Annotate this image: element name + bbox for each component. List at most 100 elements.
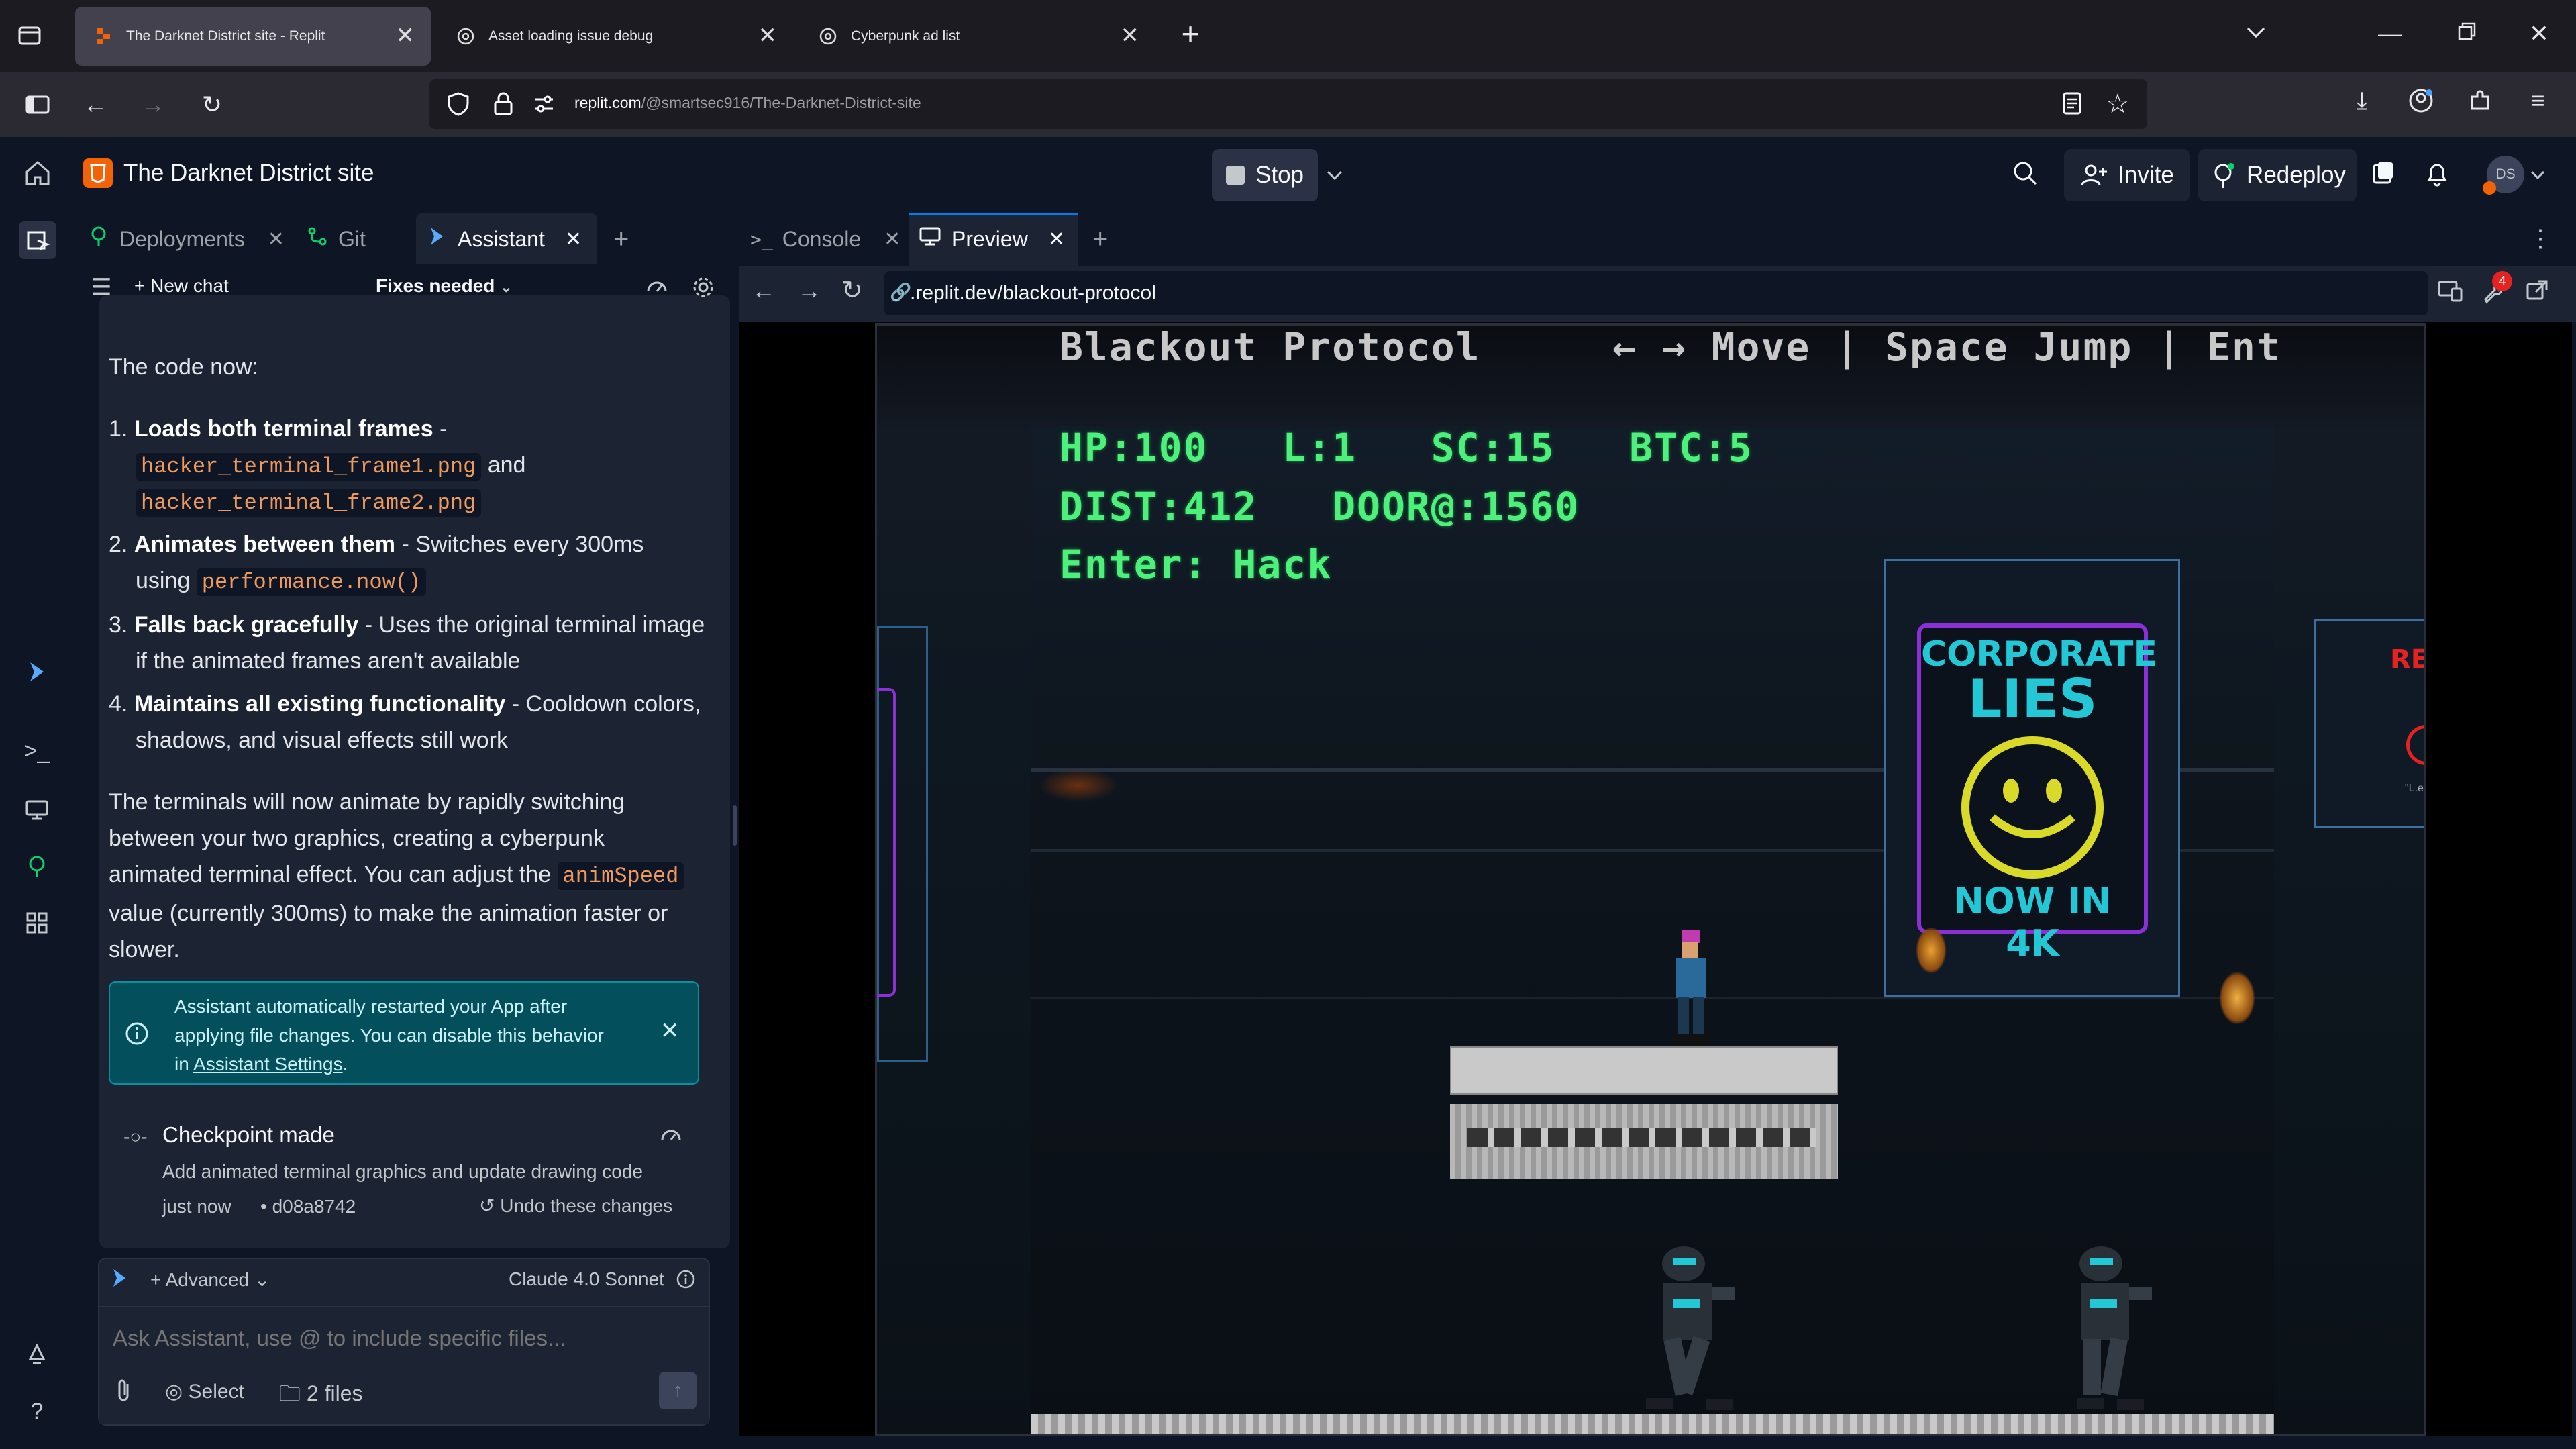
list-bold: Loads both terminal frames [134, 416, 433, 442]
preview-url-bar[interactable]: 🔗 .replit.dev/blackout-protocol [884, 271, 2428, 315]
app-menu-icon[interactable]: ≡ [2523, 87, 2553, 114]
list-item-2: 2. Animates between them - Switches ever… [109, 526, 643, 562]
help-icon[interactable]: ? [20, 1395, 54, 1428]
undo-changes-button[interactable]: ↺ Undo these changes [479, 1195, 672, 1217]
tab-deployments[interactable]: Deployments ✕ [87, 213, 285, 264]
edge-sign-frame: RE "L.e [2314, 619, 2424, 828]
deployments-rail-icon[interactable] [20, 850, 54, 883]
browser-tab-title: The Darknet District site - Replit [126, 28, 325, 44]
add-tab-icon[interactable]: + [613, 213, 629, 264]
preview-reload-icon[interactable]: ↻ [841, 275, 863, 305]
list-bold: Maintains all existing functionality [134, 691, 506, 717]
list-item-1-line3: hacker_terminal_frame2.png [136, 483, 482, 521]
all-tools-grid-icon[interactable] [20, 906, 54, 940]
new-tab-icon[interactable]: + [1176, 18, 1205, 49]
shield-icon[interactable] [446, 91, 471, 120]
tab-label: Deployments [119, 226, 245, 251]
redeploy-button[interactable]: Redeploy [2198, 149, 2357, 201]
notice-line: Assistant automatically restarted your A… [174, 996, 568, 1017]
close-tab-icon[interactable]: ✕ [884, 228, 900, 251]
assistant-rail-icon[interactable] [20, 655, 54, 689]
project-title[interactable]: The Darknet District site [123, 160, 374, 187]
file-explorer-icon[interactable] [19, 221, 56, 259]
avatar-initials: DS [2495, 166, 2516, 182]
add-tab-icon[interactable]: + [1092, 213, 1108, 264]
console-rail-icon[interactable]: >_ [20, 734, 54, 768]
chat-status-dropdown[interactable]: Fixes needed ⌄ [376, 275, 513, 297]
reload-icon[interactable]: ↻ [197, 91, 227, 118]
invite-button[interactable]: Invite [2064, 149, 2190, 201]
model-info-icon[interactable] [675, 1268, 697, 1293]
browser-tab-asset-debug[interactable]: Asset loading issue debug ✕ [437, 7, 793, 66]
send-button[interactable]: ↑ [659, 1372, 697, 1409]
smiley-face-icon [1959, 734, 2106, 885]
stop-menu-chevron-icon[interactable] [1323, 164, 1346, 192]
inline-code: performance.now() [196, 568, 427, 596]
pane-more-options-icon[interactable]: ⋮ [2528, 224, 2553, 252]
attach-paperclip-icon[interactable] [113, 1377, 136, 1407]
close-tab-icon[interactable]: ✕ [268, 228, 285, 251]
minimize-window-icon[interactable]: — [2375, 20, 2405, 47]
close-tab-icon[interactable]: ✕ [1121, 24, 1140, 47]
select-element-button[interactable]: ◎ Select [165, 1380, 244, 1403]
permissions-icon[interactable] [531, 91, 557, 120]
close-tab-icon[interactable]: ✕ [396, 24, 415, 47]
downloads-icon[interactable]: ⤓ [2347, 87, 2377, 114]
settings-gear-icon[interactable] [690, 274, 717, 304]
reader-view-icon[interactable] [2059, 90, 2085, 120]
assistant-prompt-input[interactable] [113, 1319, 690, 1357]
close-tab-icon[interactable]: ✕ [565, 228, 582, 251]
model-label[interactable]: Claude 4.0 Sonnet [509, 1268, 664, 1290]
close-tab-icon[interactable]: ✕ [758, 24, 778, 47]
preview-back-icon[interactable]: ← [752, 277, 776, 305]
tab-console[interactable]: >_ Console ✕ [750, 213, 900, 264]
tab-git[interactable]: Git [306, 213, 366, 264]
tab-list-icon[interactable] [15, 21, 44, 54]
paragraph-text: animated terminal effect. You can adjust… [109, 862, 552, 887]
game-canvas[interactable]: Blackout Protocol ← → Move | Space Jump … [875, 323, 2426, 1436]
assistant-settings-link[interactable]: Assistant Settings [193, 1054, 343, 1075]
assistant-input-box: + Advanced ⌄ Claude 4.0 Sonnet ◎ Select … [98, 1258, 710, 1426]
search-icon[interactable] [2010, 158, 2041, 193]
lock-icon[interactable] [491, 90, 515, 120]
new-chat-button[interactable]: + New chat [134, 275, 229, 297]
close-window-icon[interactable]: ✕ [2524, 20, 2554, 47]
preview-rail-icon[interactable] [20, 793, 54, 827]
home-icon[interactable] [23, 158, 52, 191]
list-item-1: 1. Loads both terminal frames - [109, 411, 447, 447]
devtools-icon[interactable] [2437, 278, 2464, 307]
history-rollback-icon[interactable] [644, 275, 670, 304]
browser-tab-cyberpunk-ads[interactable]: Cyberpunk ad list ✕ [800, 7, 1155, 66]
tab-overflow-chevron-icon[interactable] [2241, 20, 2271, 50]
browser-tab-replit[interactable]: The Darknet District site - Replit ✕ [75, 7, 431, 66]
restore-window-icon[interactable] [2452, 20, 2481, 47]
account-menu-chevron-icon[interactable] [2528, 165, 2547, 187]
close-tab-icon[interactable]: ✕ [1048, 228, 1065, 251]
account-icon[interactable] [2406, 87, 2436, 119]
checkpoint-hash[interactable]: • d08a8742 [260, 1196, 356, 1217]
invite-label: Invite [2118, 162, 2174, 188]
rollback-gauge-icon[interactable] [659, 1123, 683, 1151]
tab-assistant[interactable]: Assistant ✕ [425, 213, 582, 264]
glow [1038, 768, 1119, 802]
bookmark-star-icon[interactable]: ☆ [2106, 89, 2130, 119]
open-external-icon[interactable] [2524, 278, 2550, 307]
preview-forward-icon[interactable]: → [797, 277, 821, 305]
attached-files-button[interactable]: 🗀 2 files [279, 1379, 363, 1415]
stop-button[interactable]: Stop [1212, 149, 1318, 201]
preview-url-text: .replit.dev/blackout-protocol [910, 282, 1156, 304]
mode-dropdown[interactable]: + Advanced ⌄ [150, 1268, 270, 1291]
publish-status-icon[interactable] [2369, 160, 2397, 191]
theme-toggle-icon[interactable] [20, 1337, 54, 1370]
list-rest: - Uses the original terminal image [358, 612, 705, 638]
sidebar-toggle-icon[interactable] [23, 91, 52, 123]
panel-resize-handle[interactable] [733, 805, 737, 846]
notifications-bell-icon[interactable] [2422, 158, 2452, 191]
back-arrow-icon[interactable]: ← [81, 91, 110, 118]
extensions-icon[interactable] [2465, 87, 2495, 119]
chat-status-label: Fixes needed [376, 275, 495, 296]
chat-history-list-icon[interactable]: ☰ [91, 274, 111, 301]
dismiss-notice-icon[interactable]: ✕ [660, 1017, 680, 1044]
forward-arrow-icon[interactable]: → [138, 91, 168, 118]
tab-preview[interactable]: Preview ✕ [918, 213, 1065, 264]
